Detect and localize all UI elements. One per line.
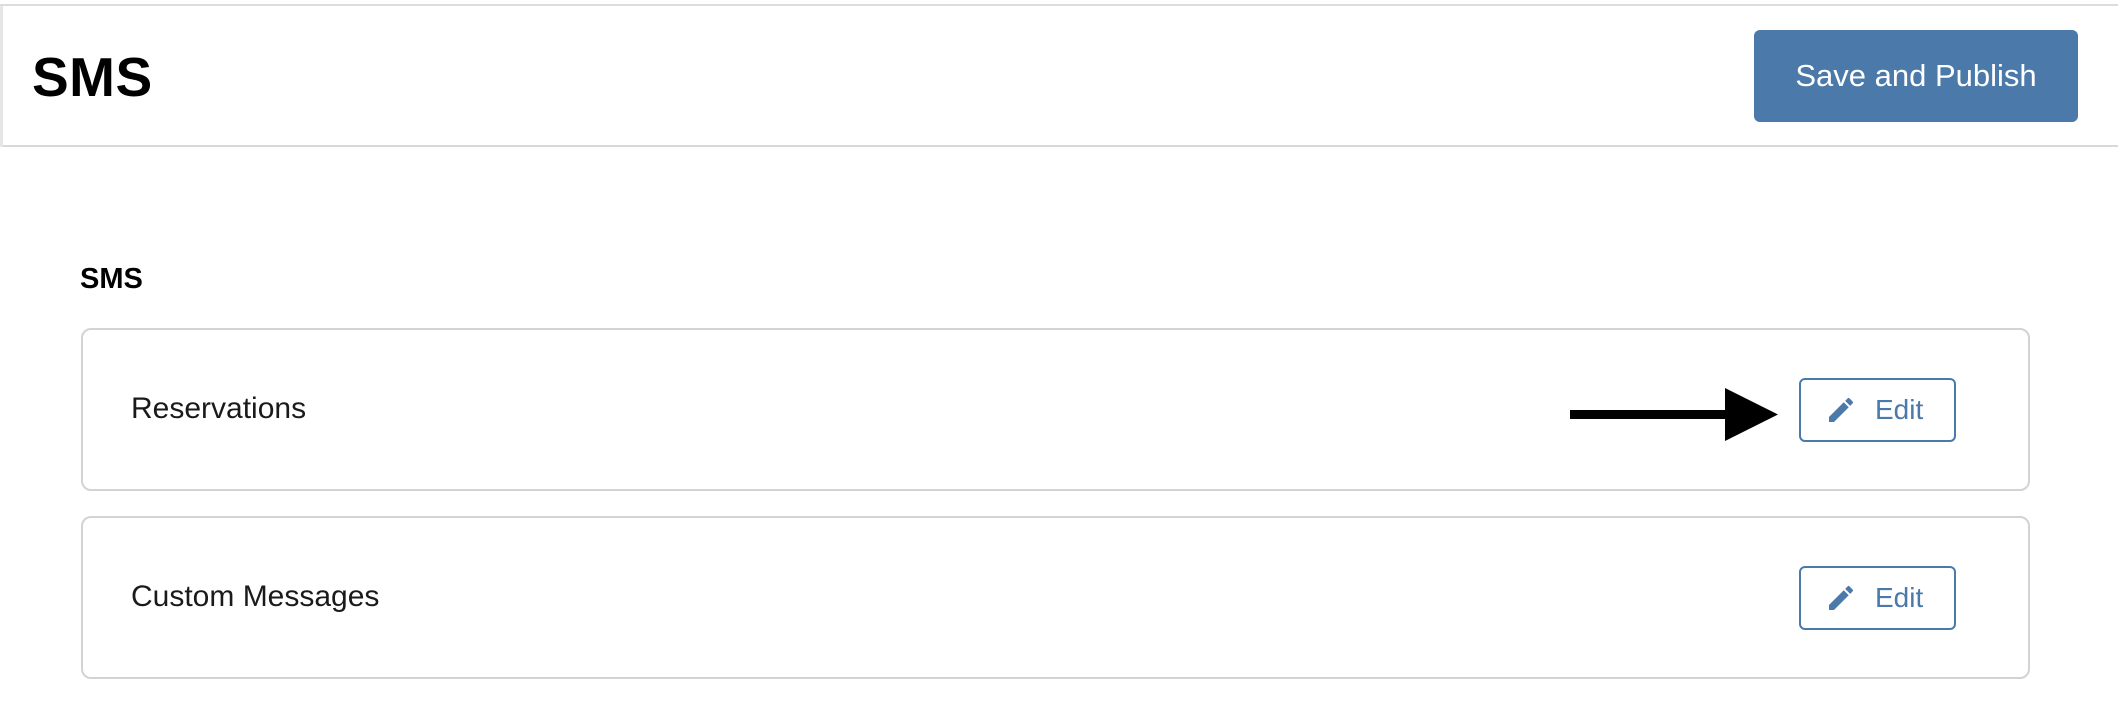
header-left-edge: [0, 6, 3, 147]
list-item-label: Reservations: [131, 392, 307, 425]
save-and-publish-button[interactable]: Save and Publish: [1754, 30, 2078, 122]
section-title: SMS: [80, 263, 143, 295]
list-item-label: Custom Messages: [131, 580, 380, 613]
edit-custom-messages-button[interactable]: Edit: [1799, 566, 1956, 630]
edit-reservations-button[interactable]: Edit: [1799, 378, 1956, 442]
page-title: SMS: [32, 46, 153, 108]
list-item-custom-messages: Custom Messages Edit: [81, 516, 2030, 679]
edit-button-label: Edit: [1875, 394, 1924, 425]
arrow-right-icon: [1570, 386, 1780, 442]
edit-button-label: Edit: [1875, 582, 1924, 613]
pencil-icon: [1825, 582, 1857, 614]
pencil-icon: [1825, 394, 1857, 426]
